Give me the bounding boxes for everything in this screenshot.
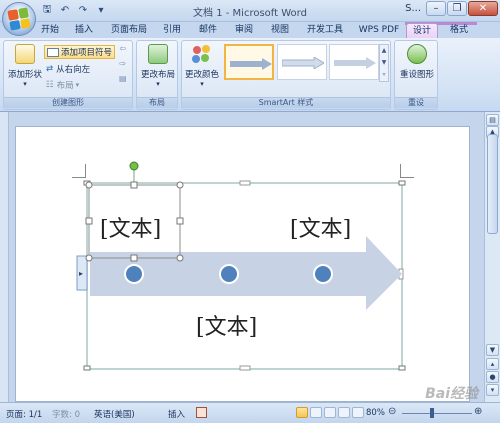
frame-handle[interactable] xyxy=(83,365,91,371)
scroll-down-icon[interactable]: ▼ xyxy=(486,344,499,356)
smartart-canvas: ▸ xyxy=(76,161,406,371)
resize-handle[interactable] xyxy=(130,254,138,262)
frame-handle[interactable] xyxy=(239,365,251,371)
resize-handle[interactable] xyxy=(176,217,184,225)
draft-view-button[interactable] xyxy=(352,407,364,418)
macro-record-icon[interactable] xyxy=(196,407,207,418)
expand-arrow-icon: ▸ xyxy=(79,269,83,278)
full-screen-view-button[interactable] xyxy=(310,407,322,418)
frame-handle[interactable] xyxy=(398,180,406,186)
vertical-scrollbar[interactable]: ▤ ▲ ▼ ▴ ● ▾ xyxy=(484,112,500,402)
resize-handle[interactable] xyxy=(85,181,93,189)
print-layout-view-button[interactable] xyxy=(296,407,308,418)
office-button[interactable] xyxy=(2,2,36,36)
scroll-thumb[interactable] xyxy=(487,134,498,234)
smartart-text-1[interactable]: [文本] xyxy=(100,211,161,243)
page-indicator[interactable]: 页面: 1/1 xyxy=(6,408,42,420)
status-bar: 页面: 1/1 字数: 0 英语(美国) 插入 80% ⊝ ⊕ xyxy=(0,402,500,423)
outline-view-button[interactable] xyxy=(338,407,350,418)
zoom-slider-thumb[interactable] xyxy=(430,408,434,418)
ruler-toggle-icon[interactable]: ▤ xyxy=(486,114,499,126)
resize-handle[interactable] xyxy=(85,217,93,225)
frame-handle[interactable] xyxy=(239,180,251,186)
zoom-level[interactable]: 80% xyxy=(366,408,385,418)
timeline-dot-3[interactable] xyxy=(313,264,333,284)
resize-handle[interactable] xyxy=(176,254,184,262)
zoom-slider-track[interactable] xyxy=(402,413,472,414)
zoom-out-icon[interactable]: ⊝ xyxy=(388,406,396,417)
resize-handle[interactable] xyxy=(85,254,93,262)
web-layout-view-button[interactable] xyxy=(324,407,336,418)
timeline-dot-2[interactable] xyxy=(219,264,239,284)
rotation-handle[interactable] xyxy=(129,161,139,171)
resize-handle[interactable] xyxy=(130,181,138,189)
smartart-text-3[interactable]: [文本] xyxy=(196,309,257,341)
next-page-icon[interactable]: ▾ xyxy=(486,384,499,396)
timeline-dot-1[interactable] xyxy=(124,264,144,284)
smartart-text-2[interactable]: [文本] xyxy=(290,211,351,243)
watermark: Bai经验 xyxy=(425,386,478,402)
language-indicator[interactable]: 英语(美国) xyxy=(94,408,135,420)
word-count[interactable]: 字数: 0 xyxy=(52,408,80,420)
insert-mode[interactable]: 插入 xyxy=(168,408,185,420)
browse-object-icon[interactable]: ● xyxy=(486,371,499,383)
frame-handle[interactable] xyxy=(398,365,406,371)
zoom-in-icon[interactable]: ⊕ xyxy=(474,406,482,417)
previous-page-icon[interactable]: ▴ xyxy=(486,358,499,370)
office-logo-icon xyxy=(7,7,31,31)
resize-handle[interactable] xyxy=(176,181,184,189)
